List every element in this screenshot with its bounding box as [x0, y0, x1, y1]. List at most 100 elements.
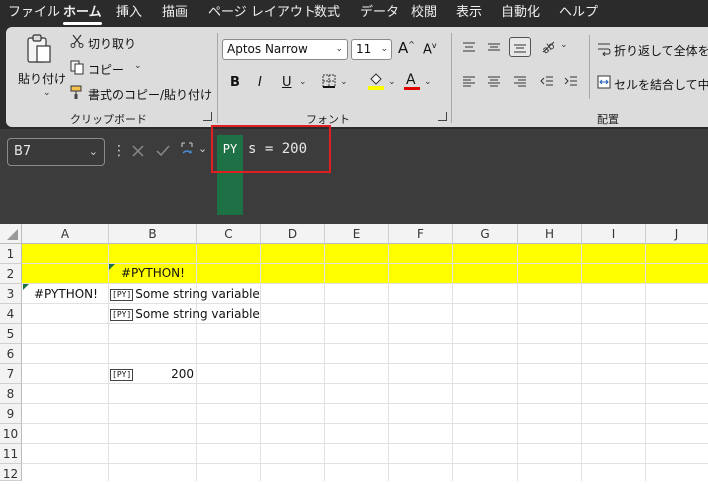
decrease-indent-icon[interactable] [540, 75, 554, 87]
cell-b3[interactable]: [PY] Some string variable [110, 287, 260, 301]
cell-a3[interactable]: #PYTHON! [34, 287, 98, 301]
orientation-chevron-icon[interactable]: ⌄ [560, 40, 568, 50]
tab-automate[interactable]: 自動化 [501, 0, 540, 26]
select-all-corner[interactable] [0, 224, 22, 244]
row-header-10[interactable]: 10 [0, 424, 22, 444]
increase-indent-icon[interactable] [564, 75, 578, 87]
row-header-9[interactable]: 9 [0, 404, 22, 424]
font-size-select[interactable]: 11 ⌄ [351, 39, 392, 60]
menu-bar: ファイル ホーム 挿入 描画 ページ レイアウト 数式 データ 校閲 表示 自動… [0, 0, 708, 26]
row-header-2[interactable]: 2 [0, 264, 22, 284]
font-name-chevron-icon: ⌄ [335, 44, 343, 54]
column-header-e[interactable]: E [325, 224, 389, 244]
enter-check-icon[interactable] [155, 144, 171, 158]
grow-font-icon[interactable]: A^ [398, 39, 415, 57]
align-bottom-button[interactable] [509, 37, 531, 57]
wrap-text-icon[interactable] [597, 42, 611, 56]
tab-file[interactable]: ファイル [8, 0, 60, 26]
group-separator [451, 33, 452, 123]
column-header-b[interactable]: B [109, 224, 197, 244]
font-launcher-icon[interactable] [438, 112, 447, 121]
tab-insert[interactable]: 挿入 [116, 0, 142, 26]
tab-home[interactable]: ホーム [63, 0, 102, 26]
column-header-c[interactable]: C [197, 224, 261, 244]
underline-button[interactable]: U [282, 75, 292, 90]
row-header-11[interactable]: 11 [0, 444, 22, 464]
tab-help[interactable]: ヘルプ [559, 0, 598, 26]
fill-color-icon[interactable] [367, 71, 385, 91]
column-header-a[interactable]: A [22, 224, 109, 244]
column-header-i[interactable]: I [582, 224, 646, 244]
copy-dropdown-chevron-icon[interactable]: ⌄ [134, 61, 142, 71]
cut-button[interactable]: 切り取り [88, 35, 136, 52]
alignment-group-label: 配置 [597, 113, 619, 126]
clipboard-group-label: クリップボード [70, 113, 147, 126]
python-cell-icon: [PY] [110, 289, 134, 301]
align-middle-icon[interactable] [487, 41, 501, 53]
align-right-icon[interactable] [513, 75, 527, 87]
row-header-6[interactable]: 6 [0, 344, 22, 364]
copy-button[interactable]: コピー [88, 61, 124, 78]
orientation-icon[interactable]: ab [540, 38, 556, 54]
error-indicator-a3-icon [23, 284, 29, 290]
align-left-icon[interactable] [462, 75, 476, 87]
tab-page-layout[interactable]: ページ レイアウト [208, 0, 316, 26]
row-header-7[interactable]: 7 [0, 364, 22, 384]
wrap-text-button[interactable]: 折り返して全体を [614, 42, 708, 59]
copy-icon[interactable] [70, 60, 84, 75]
font-name-select[interactable]: Aptos Narrow ⌄ [222, 39, 348, 60]
ribbon-home: 貼り付け ⌄ 切り取り コピー ⌄ 書式のコピー/貼り付け クリップボード Ap… [6, 27, 708, 127]
tab-formulas[interactable]: 数式 [314, 0, 340, 26]
row-header-1[interactable]: 1 [0, 244, 22, 264]
tab-review[interactable]: 校閲 [411, 0, 437, 26]
row-header-3[interactable]: 3 [0, 284, 22, 304]
underline-chevron-icon[interactable]: ⌄ [299, 77, 307, 87]
tab-data[interactable]: データ [360, 0, 399, 26]
column-header-j[interactable]: J [646, 224, 708, 244]
row-header-12[interactable]: 12 [0, 464, 22, 481]
formula-mode-chevron-icon[interactable]: ⌄ [198, 142, 207, 155]
cell-b2[interactable]: #PYTHON! [121, 266, 185, 280]
font-color-chevron-icon[interactable]: ⌄ [424, 77, 432, 87]
merge-center-icon[interactable] [597, 75, 611, 89]
row-header-4[interactable]: 4 [0, 304, 22, 324]
row-header-5[interactable]: 5 [0, 324, 22, 344]
bold-button[interactable]: B [230, 75, 240, 90]
format-painter-icon[interactable] [70, 85, 85, 100]
column-header-f[interactable]: F [389, 224, 453, 244]
formula-bar-area [0, 129, 708, 224]
column-header-g[interactable]: G [453, 224, 518, 244]
align-top-icon[interactable] [462, 41, 476, 53]
group-separator [589, 35, 590, 99]
cut-icon[interactable] [70, 34, 84, 48]
name-box[interactable]: B7 ⌄ [7, 138, 105, 166]
italic-button[interactable]: I [258, 75, 262, 90]
cell-b4[interactable]: [PY] Some string variable [110, 307, 260, 321]
cell-b7[interactable]: 200 [150, 367, 194, 381]
tab-view[interactable]: 表示 [456, 0, 482, 26]
paste-button[interactable]: 貼り付け ⌄ [12, 32, 66, 100]
select-all-triangle-icon [7, 229, 18, 240]
border-chevron-icon[interactable]: ⌄ [340, 77, 348, 87]
name-box-value: B7 [14, 144, 32, 159]
column-header-h[interactable]: H [518, 224, 582, 244]
merge-center-button[interactable]: セルを結合して中 [614, 76, 708, 93]
column-header-d[interactable]: D [261, 224, 325, 244]
annotation-highlight-box [211, 125, 331, 173]
cell-b3-value: Some string variable [135, 287, 260, 301]
clipboard-launcher-icon[interactable] [203, 112, 212, 121]
shrink-font-icon[interactable]: Av [423, 41, 437, 57]
group-separator [217, 33, 218, 123]
row-header-8[interactable]: 8 [0, 384, 22, 404]
align-center-icon[interactable] [487, 75, 501, 87]
border-icon[interactable] [322, 74, 336, 88]
tab-draw[interactable]: 描画 [162, 0, 188, 26]
font-size-value: 11 [356, 42, 372, 56]
cancel-icon[interactable] [131, 144, 145, 158]
formula-bar-resize-dots-icon[interactable]: ⋮ [112, 143, 126, 159]
font-color-icon[interactable]: A [406, 72, 416, 88]
format-painter-button[interactable]: 書式のコピー/貼り付け [88, 86, 212, 103]
fill-color-chevron-icon[interactable]: ⌄ [388, 77, 396, 87]
python-insert-icon[interactable] [179, 141, 195, 161]
paste-dropdown-chevron-icon[interactable]: ⌄ [43, 88, 51, 98]
